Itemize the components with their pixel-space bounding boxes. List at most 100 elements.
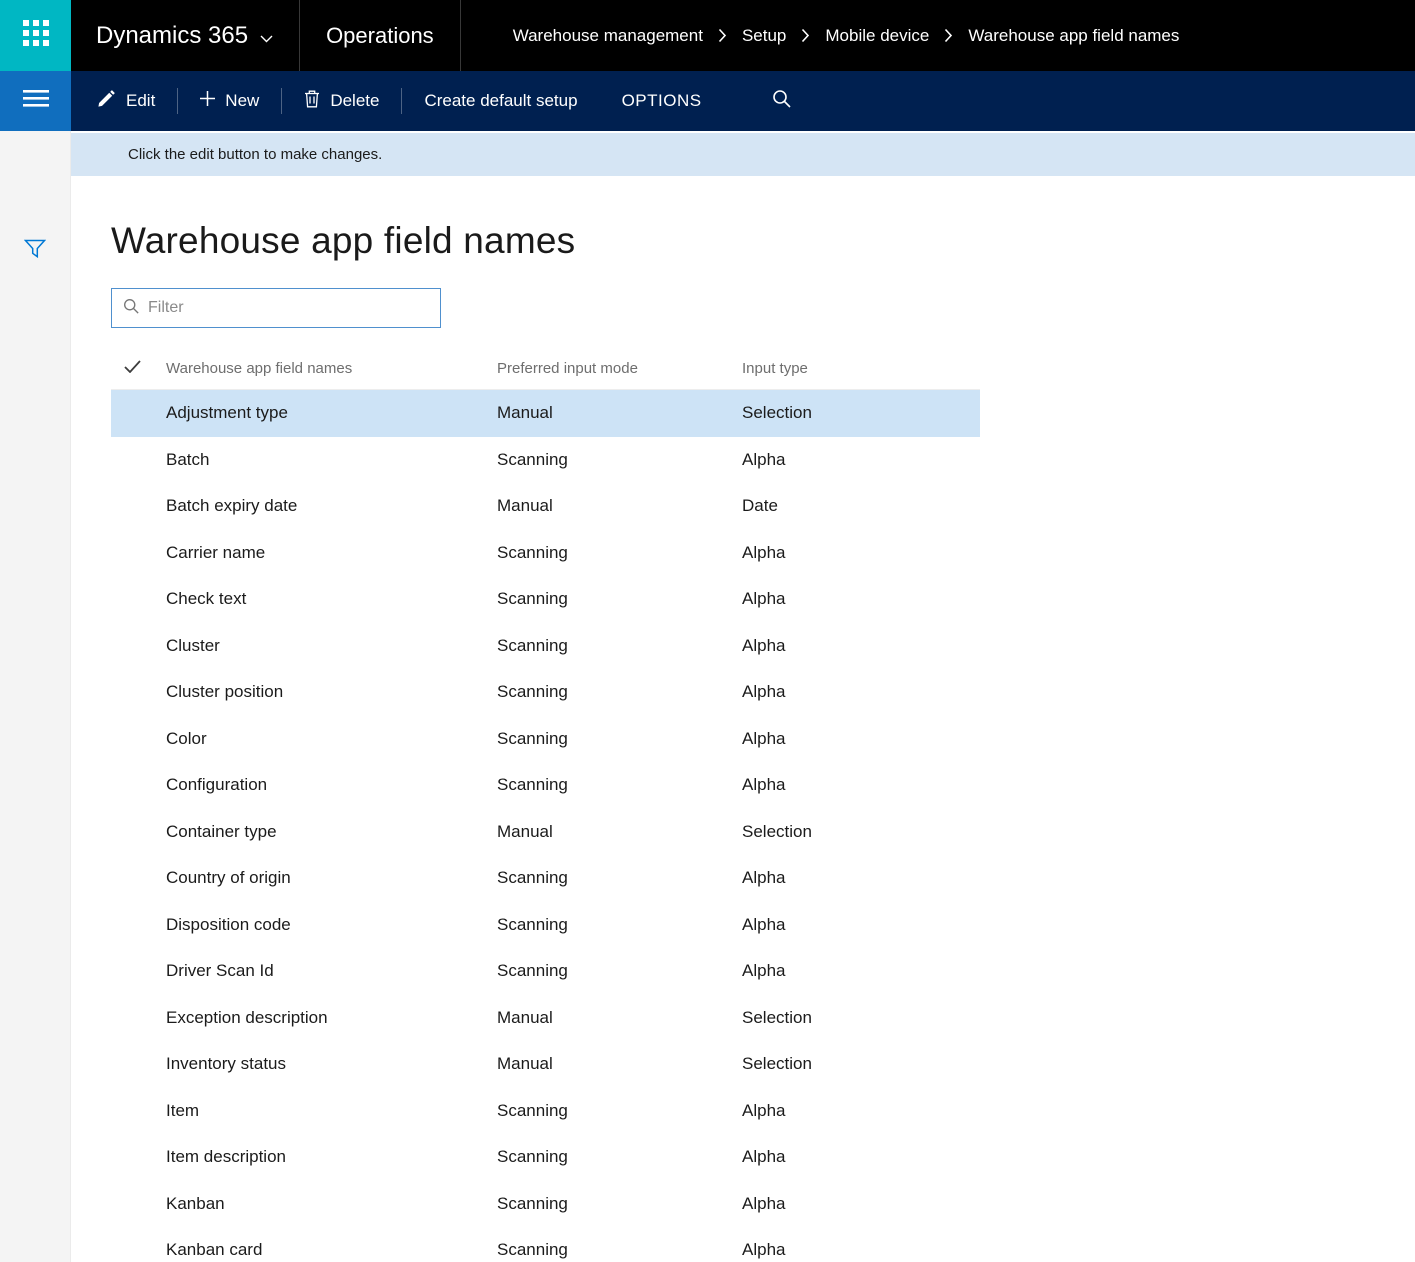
cell-input-type: Alpha bbox=[742, 1101, 980, 1121]
cell-input-mode: Scanning bbox=[497, 682, 742, 702]
table-row[interactable]: BatchScanningAlpha bbox=[111, 437, 980, 484]
edit-icon bbox=[97, 89, 116, 113]
cell-input-type: Alpha bbox=[742, 775, 980, 795]
table-row[interactable]: Inventory statusManualSelection bbox=[111, 1041, 980, 1088]
select-all-button[interactable] bbox=[111, 360, 166, 377]
cell-input-type: Alpha bbox=[742, 1147, 980, 1167]
breadcrumb-chevron-icon bbox=[944, 28, 953, 43]
column-header-input-mode[interactable]: Preferred input mode bbox=[497, 360, 742, 377]
grid-header: Warehouse app field names Preferred inpu… bbox=[111, 348, 980, 390]
cell-input-type: Alpha bbox=[742, 961, 980, 981]
table-row[interactable]: Cluster positionScanningAlpha bbox=[111, 669, 980, 716]
breadcrumb-item-warehouse-management[interactable]: Warehouse management bbox=[513, 26, 703, 46]
main-column: Dynamics 365 Operations Warehouse manage… bbox=[71, 0, 1415, 1262]
top-bar: Dynamics 365 Operations Warehouse manage… bbox=[71, 0, 1415, 71]
cell-input-mode: Scanning bbox=[497, 543, 742, 563]
new-button[interactable]: New bbox=[178, 71, 281, 131]
cell-field-name: Kanban card bbox=[111, 1240, 497, 1260]
cell-field-name: Container type bbox=[111, 822, 497, 842]
cell-input-type: Selection bbox=[742, 403, 980, 423]
breadcrumb-item-setup[interactable]: Setup bbox=[742, 26, 786, 46]
cell-input-mode: Scanning bbox=[497, 1194, 742, 1214]
cell-input-type: Alpha bbox=[742, 1240, 980, 1260]
breadcrumb: Warehouse management Setup Mobile device… bbox=[513, 26, 1180, 46]
table-body: Adjustment typeManualSelectionBatchScann… bbox=[111, 390, 980, 1262]
cell-input-mode: Scanning bbox=[497, 450, 742, 470]
product-name: Operations bbox=[300, 0, 460, 71]
cell-field-name: Inventory status bbox=[111, 1054, 497, 1074]
page-title: Warehouse app field names bbox=[111, 220, 1415, 262]
column-header-field-names[interactable]: Warehouse app field names bbox=[166, 360, 497, 377]
select-all-icon bbox=[124, 360, 141, 377]
cell-input-type: Alpha bbox=[742, 729, 980, 749]
table-row[interactable]: ItemScanningAlpha bbox=[111, 1088, 980, 1135]
cell-input-mode: Manual bbox=[497, 1054, 742, 1074]
app-launcher-icon bbox=[23, 20, 49, 51]
cell-field-name: Carrier name bbox=[111, 543, 497, 563]
table-row[interactable]: Batch expiry dateManualDate bbox=[111, 483, 980, 530]
cell-input-type: Alpha bbox=[742, 450, 980, 470]
cell-input-mode: Scanning bbox=[497, 636, 742, 656]
edit-button[interactable]: Edit bbox=[71, 71, 177, 131]
action-search-button[interactable] bbox=[752, 71, 811, 131]
cell-input-type: Alpha bbox=[742, 868, 980, 888]
options-menu-label: OPTIONS bbox=[622, 91, 702, 111]
table-row[interactable]: ConfigurationScanningAlpha bbox=[111, 762, 980, 809]
breadcrumb-item-current-page: Warehouse app field names bbox=[968, 26, 1179, 46]
breadcrumb-chevron-icon bbox=[718, 28, 727, 43]
table-row[interactable]: KanbanScanningAlpha bbox=[111, 1181, 980, 1228]
cell-input-mode: Scanning bbox=[497, 868, 742, 888]
filter-pane-button[interactable] bbox=[24, 239, 46, 264]
table-row[interactable]: Carrier nameScanningAlpha bbox=[111, 530, 980, 577]
field-names-grid: Warehouse app field names Preferred inpu… bbox=[111, 348, 980, 1262]
app-window: Dynamics 365 Operations Warehouse manage… bbox=[0, 0, 1415, 1262]
table-row[interactable]: Item descriptionScanningAlpha bbox=[111, 1134, 980, 1181]
cell-field-name: Batch bbox=[111, 450, 497, 470]
sidebar bbox=[0, 131, 71, 1262]
create-default-setup-button[interactable]: Create default setup bbox=[402, 71, 599, 131]
column-header-input-type[interactable]: Input type bbox=[742, 360, 980, 377]
table-row[interactable]: Adjustment typeManualSelection bbox=[111, 390, 980, 437]
create-default-setup-label: Create default setup bbox=[424, 91, 577, 111]
delete-button[interactable]: Delete bbox=[282, 71, 401, 131]
table-row[interactable]: Exception descriptionManualSelection bbox=[111, 995, 980, 1042]
cell-field-name: Configuration bbox=[111, 775, 497, 795]
cell-field-name: Cluster bbox=[111, 636, 497, 656]
options-menu-button[interactable]: OPTIONS bbox=[600, 71, 724, 131]
search-icon bbox=[123, 298, 139, 319]
cell-input-type: Alpha bbox=[742, 543, 980, 563]
cell-input-type: Alpha bbox=[742, 589, 980, 609]
cell-input-type: Alpha bbox=[742, 1194, 980, 1214]
quick-filter-input[interactable] bbox=[148, 299, 429, 317]
breadcrumb-item-mobile-device[interactable]: Mobile device bbox=[825, 26, 929, 46]
new-icon bbox=[200, 91, 215, 111]
message-bar: Click the edit button to make changes. bbox=[71, 133, 1415, 176]
cell-field-name: Item bbox=[111, 1101, 497, 1121]
cell-field-name: Country of origin bbox=[111, 868, 497, 888]
cell-input-type: Selection bbox=[742, 822, 980, 842]
table-row[interactable]: ClusterScanningAlpha bbox=[111, 623, 980, 670]
table-row[interactable]: Container typeManualSelection bbox=[111, 809, 980, 856]
table-row[interactable]: Country of originScanningAlpha bbox=[111, 855, 980, 902]
edit-button-label: Edit bbox=[126, 91, 155, 111]
app-launcher-button[interactable] bbox=[0, 0, 71, 71]
table-row[interactable]: Check textScanningAlpha bbox=[111, 576, 980, 623]
cell-input-type: Selection bbox=[742, 1054, 980, 1074]
app-name: Dynamics 365 bbox=[96, 22, 248, 50]
table-row[interactable]: ColorScanningAlpha bbox=[111, 716, 980, 763]
page-content: Warehouse app field names Warehou bbox=[71, 176, 1415, 1262]
table-row[interactable]: Kanban cardScanningAlpha bbox=[111, 1227, 980, 1262]
cell-input-type: Alpha bbox=[742, 682, 980, 702]
cell-field-name: Item description bbox=[111, 1147, 497, 1167]
new-button-label: New bbox=[225, 91, 259, 111]
filter-pane-icon bbox=[24, 239, 46, 264]
cell-input-mode: Manual bbox=[497, 403, 742, 423]
nav-menu-button[interactable] bbox=[0, 71, 71, 131]
delete-icon bbox=[304, 90, 320, 113]
table-row[interactable]: Disposition codeScanningAlpha bbox=[111, 902, 980, 949]
breadcrumb-chevron-icon bbox=[801, 28, 810, 43]
table-row[interactable]: Driver Scan IdScanningAlpha bbox=[111, 948, 980, 995]
cell-input-mode: Manual bbox=[497, 1008, 742, 1028]
cell-input-type: Selection bbox=[742, 1008, 980, 1028]
dynamics-home-link[interactable]: Dynamics 365 bbox=[71, 0, 299, 71]
